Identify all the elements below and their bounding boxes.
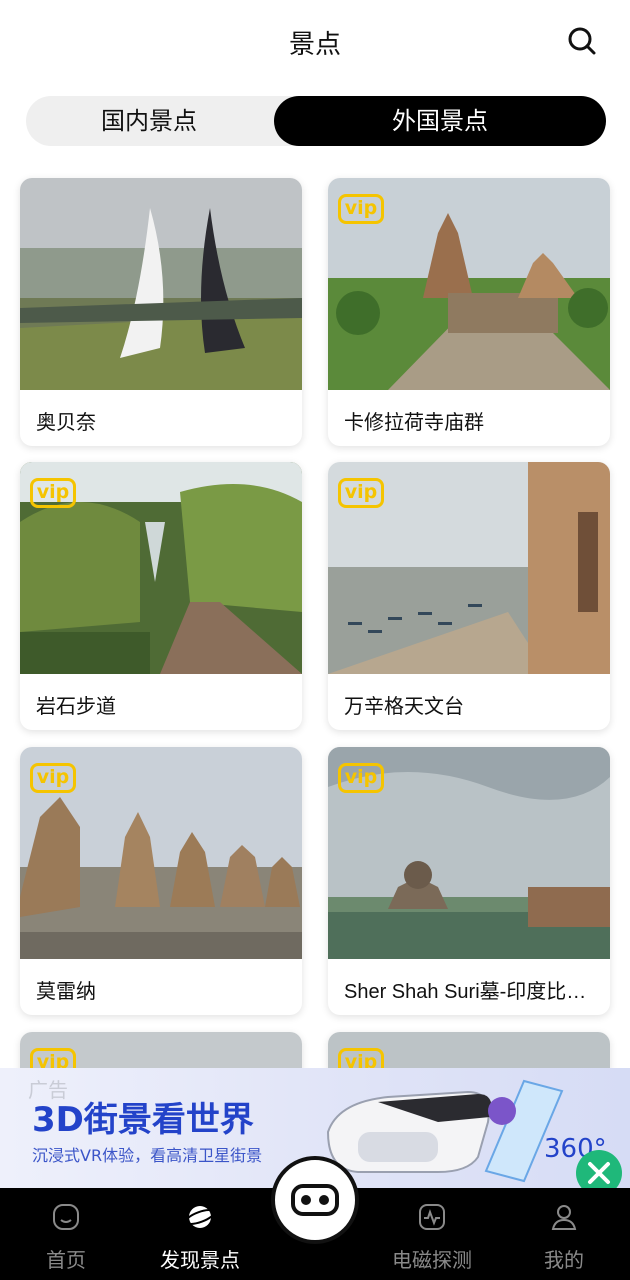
nav-discover[interactable]: 发现景点 [146,1188,254,1280]
spot-card[interactable]: vip 万辛格天文台 [328,462,610,730]
spot-photo [20,178,302,390]
spot-name: 岩石步道 [36,696,116,718]
nav-label: 发现景点 [160,1248,240,1272]
spot-name: Sher Shah Suri墓-印度比哈尔邦 [344,981,598,1003]
vip-badge: vip [30,478,76,508]
ad-headline: 3D街景看世界 [32,1100,254,1140]
spot-card[interactable]: vip 卡修拉荷寺庙群 [328,178,610,446]
profile-icon [551,1205,577,1230]
pulse-icon [419,1204,445,1230]
spot-card[interactable]: vip 岩石步道 [20,462,302,730]
planet-icon [185,1206,215,1228]
nav-label: 首页 [46,1248,86,1272]
close-icon [588,1162,610,1184]
vip-badge: vip [338,763,384,793]
nav-home[interactable]: 首页 [20,1188,112,1280]
page-title: 景点 [288,30,341,60]
nav-label: 我的 [544,1248,584,1272]
vr-glasses-icon [291,1184,339,1216]
region-tabs: 国内景点 外国景点 [26,96,606,146]
vip-badge: vip [338,478,384,508]
vr-mode-button[interactable] [271,1156,359,1244]
vip-badge: vip [30,763,76,793]
ad-subtitle: 沉浸式VR体验，看高清卫星街景 [32,1146,263,1165]
phone-illustration [484,1079,564,1183]
spot-name: 卡修拉荷寺庙群 [344,412,484,434]
spot-card[interactable]: vip Sher Shah Suri墓-印度比哈尔邦 [328,747,610,1015]
nav-emf[interactable]: 电磁探测 [380,1188,484,1280]
vip-badge: vip [338,194,384,224]
spot-name: 莫雷纳 [36,981,96,1003]
tab-foreign[interactable]: 外国景点 [274,96,606,146]
spot-name: 奥贝奈 [36,412,96,434]
spot-card[interactable]: 奥贝奈 [20,178,302,446]
top-bar: 景点 [0,0,630,86]
spot-card[interactable]: vip 莫雷纳 [20,747,302,1015]
tab-domestic[interactable]: 国内景点 [26,96,272,146]
home-icon [53,1204,79,1230]
nav-label: 电磁探测 [392,1248,472,1272]
search-icon[interactable] [568,27,596,55]
nav-profile[interactable]: 我的 [518,1188,610,1280]
close-ad-button[interactable] [576,1150,622,1188]
spot-name: 万辛格天文台 [344,696,464,718]
